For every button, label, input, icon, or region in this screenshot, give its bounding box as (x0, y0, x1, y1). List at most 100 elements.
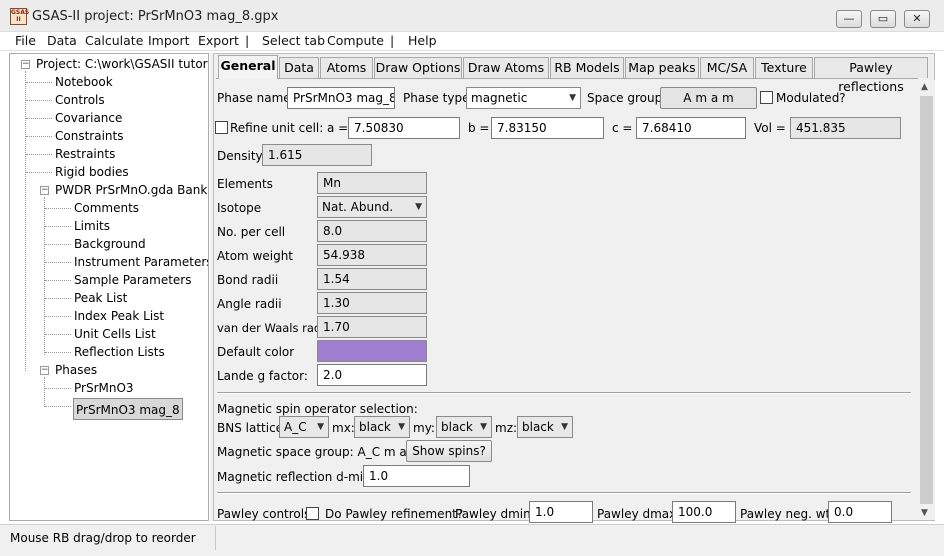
menu-select-tab[interactable]: Select tab (262, 33, 325, 48)
scroll-down-icon[interactable]: ▼ (921, 508, 928, 518)
tree-item-covariance[interactable]: Covariance (55, 111, 122, 125)
tree-item-phase-mag8[interactable]: PrSrMnO3 mag_8 (73, 398, 183, 420)
tab-pawley-reflections[interactable]: Pawley reflections (814, 57, 928, 94)
gsas-app-icon[interactable]: GSAS II (10, 8, 29, 25)
tab-texture[interactable]: Texture (755, 57, 813, 78)
section-divider (217, 392, 911, 394)
pawley-dmin-label: Pawley dmin: (455, 507, 535, 521)
atom-weight-value: 54.938 (317, 244, 427, 266)
cell-b-label: b = (468, 121, 490, 135)
tab-mc-sa[interactable]: MC/SA (700, 57, 754, 78)
cell-a-input[interactable]: 7.50830 (348, 117, 460, 139)
my-select[interactable]: black ▼ (436, 416, 492, 438)
menu-file[interactable]: File (15, 33, 36, 48)
space-group-label: Space group: (587, 91, 667, 105)
tab-map-peaks[interactable]: Map peaks (625, 57, 699, 78)
tab-atoms[interactable]: Atoms (320, 57, 373, 78)
cell-a-label: a = (327, 121, 349, 135)
tab-draw-atoms[interactable]: Draw Atoms (463, 57, 549, 78)
atom-weight-label: Atom weight (217, 249, 294, 263)
show-spins-button[interactable]: Show spins? (406, 440, 492, 462)
bns-lattice-value: A_C (284, 420, 307, 434)
cell-c-input[interactable]: 7.68410 (636, 117, 746, 139)
tab-general[interactable]: General (218, 55, 278, 79)
minimize-icon[interactable]: — (836, 10, 862, 28)
cell-b-input[interactable]: 7.83150 (491, 117, 604, 139)
scrollbar-thumb[interactable] (920, 96, 933, 504)
bns-lattice-select[interactable]: A_C ▼ (279, 416, 329, 438)
tree-item-reflection-lists[interactable]: Reflection Lists (74, 345, 165, 359)
tab-data[interactable]: Data (279, 57, 319, 78)
collapse-toggle-icon[interactable]: − (40, 366, 49, 375)
menu-separator: | (245, 33, 250, 48)
pawley-neg-wt-input[interactable]: 0.0 (828, 501, 892, 523)
maximize-icon[interactable]: ▭ (870, 10, 896, 28)
close-icon[interactable]: ✕ (904, 10, 930, 28)
tree-item-unit-cells-list[interactable]: Unit Cells List (74, 327, 156, 341)
tree-item-peak-list[interactable]: Peak List (74, 291, 127, 305)
tree-item-background[interactable]: Background (74, 237, 146, 251)
menu-help[interactable]: Help (408, 33, 437, 48)
mx-select[interactable]: black ▼ (354, 416, 410, 438)
scroll-up-icon[interactable]: ▲ (921, 82, 928, 92)
modulated-label: Modulated? (776, 91, 846, 105)
elements-label: Elements (217, 177, 273, 191)
menu-import[interactable]: Import (148, 33, 190, 48)
mag-dmin-label: Magnetic reflection d-min: (217, 470, 375, 484)
mx-label: mx: (332, 421, 355, 435)
status-text: Mouse RB drag/drop to reorder (10, 531, 196, 545)
pawley-controls-label: Pawley controls: (217, 507, 315, 521)
refine-cell-checkbox[interactable] (215, 121, 228, 134)
mag-dmin-input[interactable]: 1.0 (363, 465, 470, 487)
tree-item-restraints[interactable]: Restraints (55, 147, 115, 161)
tree-item-constraints[interactable]: Constraints (55, 129, 123, 143)
collapse-toggle-icon[interactable]: − (40, 186, 49, 195)
mz-value: black (522, 420, 554, 434)
modulated-checkbox[interactable] (760, 91, 773, 104)
section-divider (217, 492, 911, 494)
no-per-cell-label: No. per cell (217, 225, 286, 239)
menu-export[interactable]: Export (198, 33, 239, 48)
tree-item-limits[interactable]: Limits (74, 219, 110, 233)
tree-item-pwdr[interactable]: PWDR PrSrMnO.gda Bank 1 (55, 183, 208, 197)
tab-rb-models[interactable]: RB Models (550, 57, 624, 78)
tree-item-phases[interactable]: Phases (55, 363, 97, 377)
vdw-radii-value[interactable]: 1.70 (317, 316, 427, 338)
tree-item-controls[interactable]: Controls (55, 93, 105, 107)
do-pawley-checkbox[interactable] (306, 507, 319, 520)
chevron-down-icon: ▼ (480, 422, 487, 432)
tree-item-index-peak-list[interactable]: Index Peak List (74, 309, 164, 323)
menu-calculate[interactable]: Calculate (85, 33, 143, 48)
pawley-dmin-input[interactable]: 1.0 (529, 501, 593, 523)
mz-select[interactable]: black ▼ (517, 416, 573, 438)
elements-value: Mn (317, 172, 427, 194)
chevron-down-icon: ▼ (317, 422, 324, 432)
menu-data[interactable]: Data (47, 33, 77, 48)
angle-radii-value[interactable]: 1.30 (317, 292, 427, 314)
default-color-swatch[interactable] (317, 340, 427, 362)
menu-separator: | (390, 33, 395, 48)
do-pawley-label: Do Pawley refinement? (325, 507, 464, 521)
tree-item-sample-parameters[interactable]: Sample Parameters (74, 273, 192, 287)
vdw-radii-label: van der Waals radii (217, 321, 328, 335)
tree-item-notebook[interactable]: Notebook (55, 75, 113, 89)
tree-item-instrument-parameters[interactable]: Instrument Parameters (74, 255, 208, 269)
tree-item-rigid-bodies[interactable]: Rigid bodies (55, 165, 129, 179)
tab-underline (216, 78, 918, 79)
lande-input[interactable]: 2.0 (317, 364, 427, 386)
phase-type-select[interactable]: magnetic ▼ (466, 87, 581, 109)
bond-radii-label: Bond radii (217, 273, 279, 287)
menu-compute[interactable]: Compute (327, 33, 384, 48)
tree-item-comments[interactable]: Comments (74, 201, 139, 215)
space-group-button[interactable]: A m a m (660, 87, 757, 109)
isotope-select[interactable]: Nat. Abund. ▼ (317, 196, 427, 218)
bns-lattice-label: BNS lattice: (217, 421, 288, 435)
project-tree[interactable]: − Project: C:\work\GSASII tutorials Note… (9, 53, 209, 521)
collapse-toggle-icon[interactable]: − (21, 60, 30, 69)
tree-root-project[interactable]: Project: C:\work\GSASII tutorials (36, 57, 208, 71)
tree-item-phase-prsrmno3[interactable]: PrSrMnO3 (74, 381, 134, 395)
tab-draw-options[interactable]: Draw Options (374, 57, 462, 78)
bond-radii-value[interactable]: 1.54 (317, 268, 427, 290)
pawley-dmax-input[interactable]: 100.0 (672, 501, 736, 523)
phase-name-input[interactable]: PrSrMnO3 mag_8 (287, 87, 395, 109)
